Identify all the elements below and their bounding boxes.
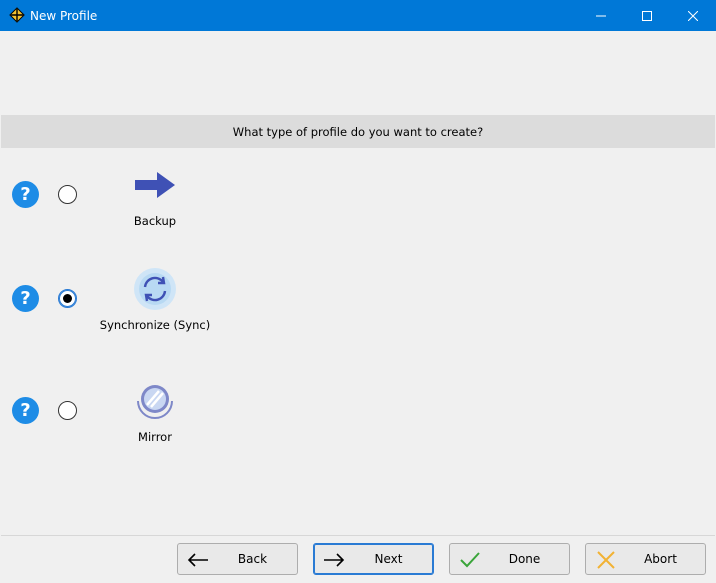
next-label: Next <box>374 552 403 566</box>
checkmark-icon <box>458 550 482 570</box>
backup-label[interactable]: Backup <box>85 214 225 228</box>
help-icon[interactable]: ? <box>12 181 39 208</box>
sync-icon[interactable] <box>129 267 181 311</box>
help-icon[interactable]: ? <box>12 285 39 312</box>
mirror-label[interactable]: Mirror <box>85 430 225 444</box>
abort-button[interactable]: Abort <box>585 543 706 575</box>
next-button[interactable]: Next <box>313 543 434 575</box>
done-label: Done <box>508 552 541 566</box>
back-label: Back <box>237 552 268 566</box>
backup-radio[interactable] <box>58 185 77 204</box>
arrow-left-icon <box>186 550 210 570</box>
app-icon <box>9 7 25 23</box>
mirror-icon[interactable] <box>129 379 181 423</box>
arrow-right-icon[interactable] <box>129 163 181 207</box>
question-text: What type of profile do you want to crea… <box>232 124 484 139</box>
mirror-radio[interactable] <box>58 401 77 420</box>
sync-label[interactable]: Synchronize (Sync) <box>85 318 225 332</box>
minimize-button[interactable] <box>578 0 624 31</box>
option-sync[interactable]: ? Synchronize (Sync) <box>1 267 715 359</box>
footer-divider <box>1 535 715 536</box>
maximize-icon <box>642 10 652 21</box>
dialog-body: What type of profile do you want to crea… <box>1 31 715 582</box>
cross-icon <box>594 550 618 570</box>
title-bar: New Profile <box>0 0 716 31</box>
back-button[interactable]: Back <box>177 543 298 575</box>
question-banner: What type of profile do you want to crea… <box>1 115 715 148</box>
maximize-button[interactable] <box>624 0 670 31</box>
arrow-right-icon <box>322 550 346 570</box>
close-icon <box>688 10 698 21</box>
option-mirror[interactable]: ? Mirror <box>1 381 715 471</box>
help-icon[interactable]: ? <box>12 397 39 424</box>
sync-radio[interactable] <box>58 289 77 308</box>
abort-label: Abort <box>644 552 677 566</box>
option-backup[interactable]: ? Backup <box>1 167 715 257</box>
window-title: New Profile <box>30 9 98 23</box>
close-button[interactable] <box>670 0 716 31</box>
minimize-icon <box>596 15 606 16</box>
done-button[interactable]: Done <box>449 543 570 575</box>
